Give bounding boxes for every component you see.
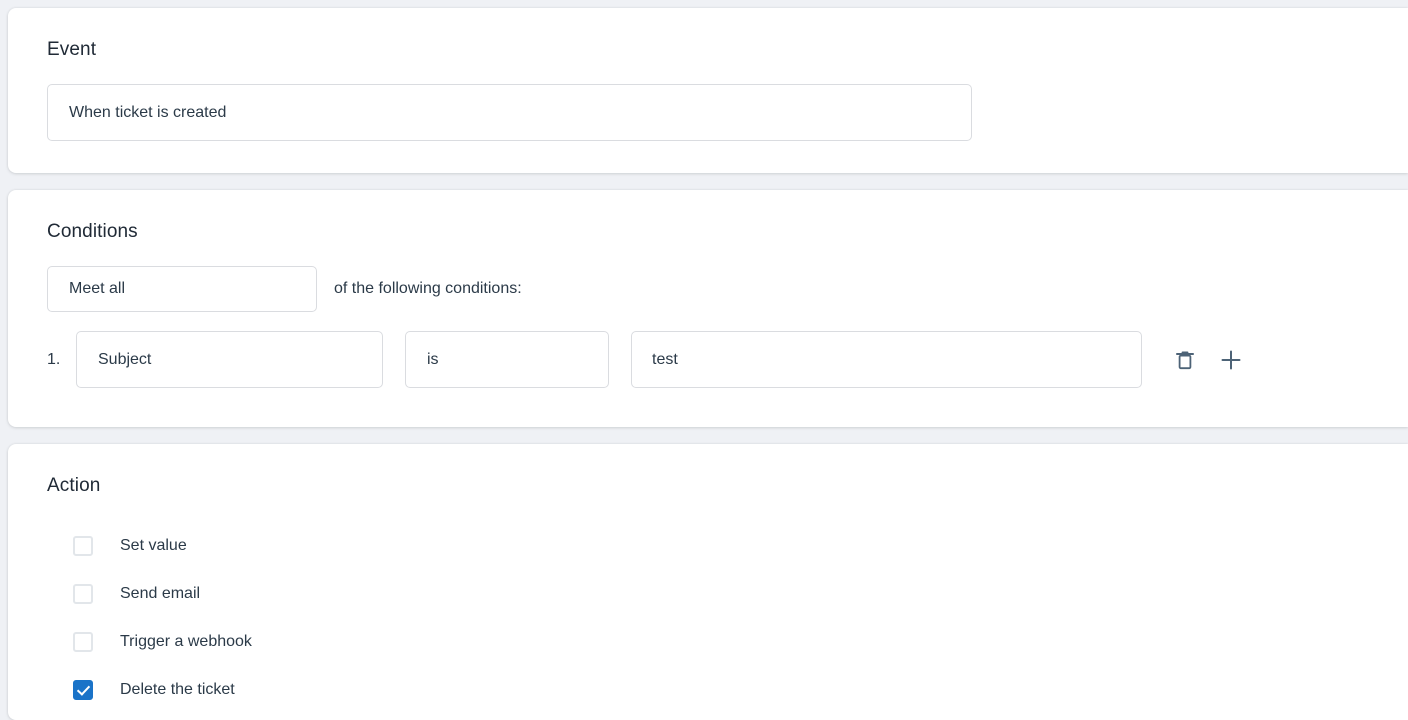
condition-row: 1. Subject is test (47, 331, 1408, 388)
condition-operator-select[interactable]: is (405, 331, 609, 388)
action-option-send-email[interactable]: Send email (47, 570, 1408, 618)
checkbox-delete-ticket[interactable] (73, 680, 93, 700)
match-type-row: Meet all of the following conditions: (47, 266, 1408, 312)
conditions-suffix-text: of the following conditions: (334, 280, 522, 297)
event-select[interactable]: When ticket is created (47, 84, 972, 141)
condition-field-value: Subject (98, 350, 152, 368)
condition-value-text: test (652, 350, 678, 368)
checkbox-send-email[interactable] (73, 584, 93, 604)
action-option-delete-ticket[interactable]: Delete the ticket (47, 666, 1408, 714)
event-section-title: Event (47, 39, 97, 60)
action-options-list: Set value Send email Trigger a webhook D… (47, 522, 1408, 714)
condition-operator-value: is (427, 350, 439, 368)
checkbox-trigger-webhook[interactable] (73, 632, 93, 652)
trash-icon[interactable] (1171, 346, 1199, 374)
checkbox-set-value[interactable] (73, 536, 93, 556)
action-section-title: Action (47, 475, 101, 496)
conditions-card: Conditions Meet all of the following con… (8, 190, 1408, 427)
condition-index: 1. (47, 350, 61, 368)
conditions-section-title: Conditions (47, 221, 138, 242)
action-option-label: Set value (120, 537, 187, 554)
action-card: Action Set value Send email Trigger a we… (8, 444, 1408, 720)
event-select-value: When ticket is created (69, 103, 227, 121)
action-option-label: Delete the ticket (120, 681, 235, 698)
condition-field-select[interactable]: Subject (76, 331, 383, 388)
action-option-set-value[interactable]: Set value (47, 522, 1408, 570)
action-option-trigger-webhook[interactable]: Trigger a webhook (47, 618, 1408, 666)
event-card: Event When ticket is created (8, 8, 1408, 173)
condition-value-input[interactable]: test (631, 331, 1142, 388)
action-option-label: Trigger a webhook (120, 633, 252, 650)
match-type-select[interactable]: Meet all (47, 266, 317, 312)
action-option-label: Send email (120, 585, 201, 602)
match-type-value: Meet all (69, 280, 126, 297)
plus-icon[interactable] (1217, 346, 1245, 374)
automation-rule-editor: Event When ticket is created Conditions … (0, 0, 1408, 720)
